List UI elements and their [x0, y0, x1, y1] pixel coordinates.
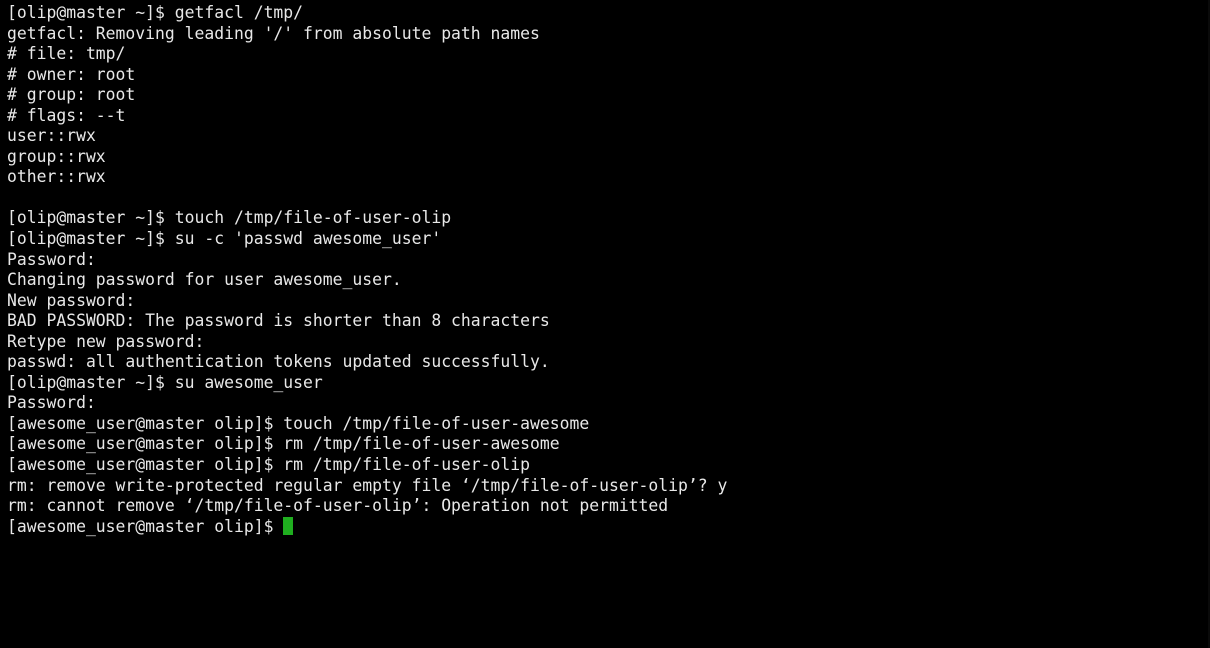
output-line: [olip@master ~]$ su -c 'passwd awesome_u… [7, 229, 442, 249]
output-line: [awesome_user@master olip]$ touch /tmp/f… [7, 413, 590, 433]
output-line: rm: remove write-protected regular empty… [7, 475, 728, 495]
text-cursor [283, 516, 294, 535]
output-line: passwd: all authentication tokens update… [7, 352, 550, 372]
output-line: Retype new password: [7, 331, 205, 351]
output-line: Password: [7, 393, 96, 413]
output-line: [olip@master ~]$ getfacl /tmp/ [7, 3, 304, 22]
output-line: getfacl: Removing leading '/' from absol… [7, 23, 540, 43]
output-line: [awesome_user@master olip]$ rm /tmp/file… [7, 434, 560, 454]
command-line[interactable]: [awesome_user@master olip]$ [7, 516, 1210, 538]
output-line: [awesome_user@master olip]$ rm /tmp/file… [7, 455, 531, 475]
output-line: group::rwx [7, 146, 106, 166]
output-line: user::rwx [7, 126, 96, 146]
terminal-window[interactable]: [olip@master ~]$ getfacl /tmp/ getfacl: … [0, 0, 1210, 648]
output-line: rm: cannot remove ‘/tmp/file-of-user-oli… [7, 496, 669, 516]
output-line: Password: [7, 249, 96, 269]
output-line: # file: tmp/ [7, 44, 126, 64]
output-line: [olip@master ~]$ su awesome_user [7, 372, 323, 392]
output-line: # flags: --t [7, 105, 126, 125]
output-line: [olip@master ~]$ touch /tmp/file-of-user… [7, 208, 452, 228]
output-line: other::rwx [7, 167, 106, 187]
output-line: Changing password for user awesome_user. [7, 270, 402, 290]
output-line: # owner: root [7, 64, 136, 84]
shell-prompt: [awesome_user@master olip]$ [7, 516, 284, 536]
output-line: # group: root [7, 85, 136, 105]
output-line: BAD PASSWORD: The password is shorter th… [7, 311, 550, 331]
output-line: New password: [7, 290, 136, 310]
